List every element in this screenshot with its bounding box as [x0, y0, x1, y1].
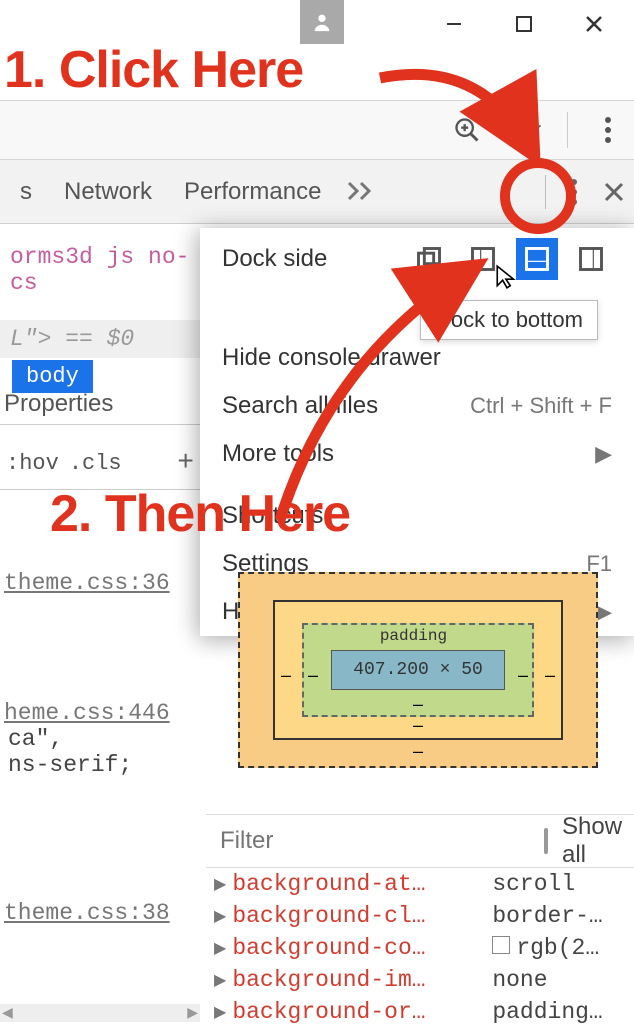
dock-right-button[interactable] [570, 238, 612, 280]
separator [567, 112, 568, 148]
shortcuts-item[interactable]: Shortcuts [200, 492, 634, 540]
property-value: scroll [492, 871, 575, 897]
css-value-line: ns-serif; [4, 752, 196, 778]
css-value-line: ca", [4, 726, 196, 752]
show-all-checkbox[interactable] [544, 828, 548, 854]
computed-property-row[interactable]: ▶ background-cl…border-… [206, 900, 634, 932]
more-tools-submenu[interactable]: More tools ▶ [200, 430, 634, 478]
dock-bottom-icon [523, 245, 551, 273]
devtools-menu-button[interactable] [554, 172, 594, 212]
star-icon [513, 116, 541, 144]
dock-bottom-button[interactable] [516, 238, 558, 280]
html-classes[interactable]: orms3d js no-cs [0, 238, 200, 302]
source-link[interactable]: theme.css:38 [4, 900, 170, 926]
devtools-close-button[interactable] [594, 172, 634, 212]
box-model-border[interactable]: – – – padding – – – 407.200 × 50 [273, 600, 563, 740]
dock-side-label: Dock side [222, 245, 327, 273]
minimize-button[interactable] [434, 4, 474, 44]
dock-left-icon [469, 245, 497, 273]
kebab-icon [604, 116, 612, 144]
box-model-padding[interactable]: padding – – – 407.200 × 50 [302, 623, 534, 717]
annotation-step1: 1. Click Here [4, 44, 303, 96]
source-link[interactable]: theme.css:36 [4, 570, 170, 596]
hov-toggle[interactable]: :hov [6, 451, 59, 476]
filter-input[interactable] [220, 827, 530, 855]
source-ref-block: theme.css:36 [0, 566, 200, 600]
kebab-icon [570, 178, 578, 206]
devtools-tabstrip: s Network Performance [0, 160, 634, 224]
maximize-icon [515, 15, 533, 33]
property-value: rgb(2… [492, 935, 599, 961]
color-swatch[interactable] [492, 936, 510, 954]
search-all-files[interactable]: Search all files Ctrl + Shift + F [200, 382, 634, 430]
property-value: none [492, 967, 547, 993]
expand-triangle-icon[interactable]: ▶ [214, 970, 226, 990]
property-value: padding… [492, 999, 602, 1025]
property-name: background-cl… [232, 903, 492, 929]
browser-toolbar [0, 100, 634, 160]
computed-property-row[interactable]: ▶ background-at…scroll [206, 868, 634, 900]
source-link[interactable]: heme.css:446 [4, 700, 170, 726]
selected-node-indicator: L"> == $0 [0, 320, 200, 358]
show-all-label[interactable]: Show all [562, 813, 622, 869]
tab-performance[interactable]: Performance [168, 178, 337, 206]
dock-undock-button[interactable] [408, 238, 450, 280]
dock-side-row: Dock side [200, 228, 634, 290]
computed-filter-bar: Show all [206, 814, 634, 868]
browser-menu-button[interactable] [588, 110, 628, 150]
maximize-button[interactable] [504, 4, 544, 44]
close-icon [603, 181, 625, 203]
computed-properties-list: ▶ background-at…scroll ▶ background-cl…bord… [206, 868, 634, 1028]
computed-property-row[interactable]: ▶ background-im…none [206, 964, 634, 996]
cursor-icon [494, 264, 520, 290]
new-style-rule-button[interactable]: + [177, 448, 194, 479]
chevrons-right-icon [347, 181, 375, 201]
source-ref-block: heme.css:446 ca", ns-serif; [0, 696, 200, 782]
tab-network[interactable]: Network [48, 178, 168, 206]
property-name: background-or… [232, 999, 492, 1025]
expand-triangle-icon[interactable]: ▶ [214, 906, 226, 926]
shortcut-text: Ctrl + Shift + F [470, 393, 612, 419]
property-value: border-… [492, 903, 602, 929]
cls-toggle[interactable]: .cls [69, 451, 122, 476]
property-name: background-at… [232, 871, 492, 897]
close-icon [584, 14, 604, 34]
expand-triangle-icon[interactable]: ▶ [214, 874, 226, 894]
window-controls [0, 0, 634, 48]
dock-right-icon [577, 245, 605, 273]
property-name: background-co… [232, 935, 492, 961]
expand-triangle-icon[interactable]: ▶ [214, 1002, 226, 1022]
magnifier-plus-icon [453, 116, 481, 144]
expand-triangle-icon[interactable]: ▶ [214, 938, 226, 958]
property-name: background-im… [232, 967, 492, 993]
padding-label: padding [380, 627, 447, 645]
hide-console-drawer[interactable]: Hide console drawer [200, 334, 634, 382]
bookmark-button[interactable] [507, 110, 547, 150]
box-model-margin[interactable]: – – – – padding – – – 407.200 × 50 [238, 572, 598, 768]
box-model-diagram: – – – – padding – – – 407.200 × 50 [216, 570, 620, 770]
properties-tab[interactable]: Properties [0, 384, 200, 425]
tooltip: Dock to bottom [420, 300, 598, 340]
box-model-content[interactable]: 407.200 × 50 [331, 650, 505, 690]
minimize-icon [444, 14, 464, 34]
zoom-button[interactable] [447, 110, 487, 150]
undock-icon [415, 245, 443, 273]
elements-panel: orms3d js no-cs L"> == $0 body [0, 224, 200, 393]
styles-toolbar: :hov .cls + [0, 438, 200, 490]
computed-property-row[interactable]: ▶ background-or…padding… [206, 996, 634, 1028]
computed-property-row[interactable]: ▶ background-co…rgb(2… [206, 932, 634, 964]
horizontal-scrollbar[interactable]: ◀▶ [0, 1004, 200, 1022]
close-window-button[interactable] [574, 4, 614, 44]
source-ref-block: theme.css:38 [0, 896, 200, 930]
more-tabs-button[interactable] [337, 176, 375, 208]
separator [545, 175, 546, 209]
tab-partial[interactable]: s [4, 178, 48, 206]
submenu-arrow-icon: ▶ [595, 441, 612, 467]
